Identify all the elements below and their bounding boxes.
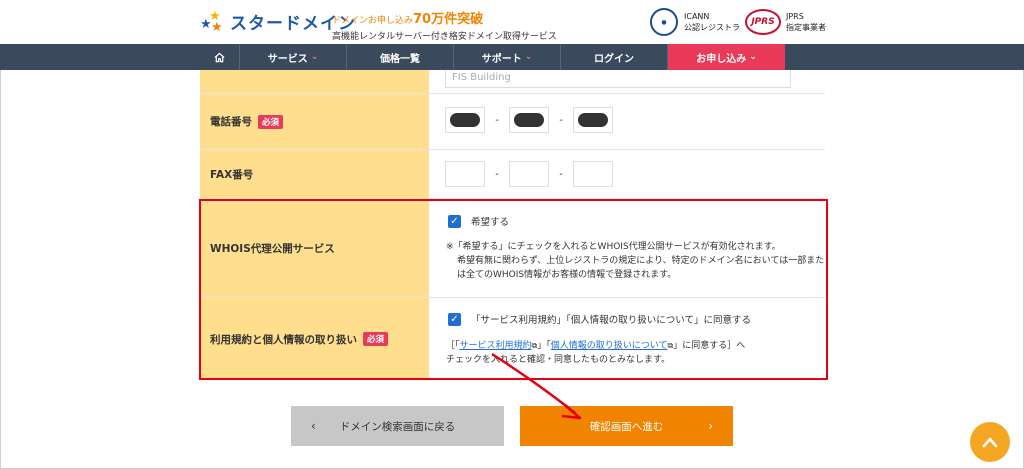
chevron-down-icon: ⌄	[310, 52, 319, 62]
whois-label: WHOIS代理公開サービス	[210, 242, 335, 255]
next-button-label: 確認画面へ進む	[589, 420, 664, 433]
nav-login[interactable]: ログイン	[561, 44, 668, 70]
whois-note-1: ※「希望する」にチェックを入れるとWHOIS代理公開サービスが有効化されます。	[446, 242, 781, 252]
fax-input-1[interactable]	[445, 161, 485, 187]
jprs-badge: JPRS JPRS 指定事業者	[745, 9, 826, 35]
phone-input-3[interactable]	[573, 107, 613, 133]
terms-note-2: チェックを入れると確認・同意したものとみなします。	[446, 355, 671, 365]
icann-badge: ● ICANN 公認レジストラ	[650, 8, 740, 36]
fax-input-2[interactable]	[509, 161, 549, 187]
terms-label: 利用規約と個人情報の取り扱い	[210, 333, 357, 346]
tagline: ドメインお申し込み70万件突破 高機能レンタルサーバー付き格安ドメイン取得サービ…	[332, 8, 557, 42]
icann-line2: 公認レジストラ	[684, 23, 740, 32]
back-button-label: ドメイン検索画面に戻る	[339, 420, 456, 433]
jprs-line2: 指定事業者	[786, 23, 826, 32]
chevron-down-icon: ⌄	[524, 52, 533, 62]
nav-price-label: 価格一覧	[380, 53, 420, 65]
nav-apply[interactable]: お申し込み ⌄	[668, 44, 785, 70]
nav-apply-label: お申し込み	[696, 53, 747, 65]
terms-checkbox-label[interactable]: 「サービス利用規約」「個人情報の取り扱いについて」に同意する	[471, 312, 751, 326]
chevron-down-icon: ⌄	[749, 52, 757, 62]
required-badge: 必須	[363, 332, 389, 346]
back-to-search-button[interactable]: ‹ ドメイン検索画面に戻る	[291, 406, 504, 446]
phone-input-2[interactable]	[509, 107, 549, 133]
redacted-value	[514, 113, 544, 127]
privacy-policy-link[interactable]: 個人情報の取り扱いについて	[551, 341, 668, 351]
phone-row: 電話番号 必須 - -	[200, 94, 825, 150]
icann-seal-icon: ●	[650, 8, 678, 36]
chevron-left-icon: ‹	[311, 419, 316, 433]
chevron-up-icon	[982, 437, 998, 448]
tagline-prefix: ドメインお申し込み	[332, 16, 414, 26]
terms-row: 利用規約と個人情報の取り扱い 必須 ✓ 「サービス利用規約」「個人情報の取り扱いに…	[200, 298, 825, 380]
whois-note-2: 希望有無に関わらず、上位レジストラの規定により、特定のドメイン名においては一部ま…	[457, 256, 825, 280]
phone-label: 電話番号	[210, 116, 252, 128]
nav-service-label: サービス	[267, 53, 308, 65]
required-badge: 必須	[258, 114, 284, 129]
redacted-value	[578, 113, 608, 127]
site-header: ★ ★ ★ スタードメイン ドメインお申し込み70万件突破 高機能レンタルサーバ…	[0, 0, 1024, 44]
home-icon	[214, 52, 225, 62]
building-label-cell	[200, 70, 429, 93]
jprs-line1: JPRS	[786, 12, 804, 21]
application-form: FIS Building 電話番号 必須 - - FAX番号 - - WHOIS…	[200, 70, 825, 380]
terms-note-close: 」に同意する］へ	[673, 341, 746, 351]
nav-support-label: サポート	[481, 53, 522, 65]
building-input[interactable]: FIS Building	[445, 70, 791, 88]
nav-support[interactable]: サポート ⌄	[454, 44, 561, 70]
fax-label: FAX番号	[210, 168, 254, 181]
jprs-logo-icon: JPRS	[745, 9, 781, 35]
whois-checkbox[interactable]: ✓	[448, 214, 461, 228]
main-nav: サービス ⌄ 価格一覧 サポート ⌄ ログイン お申し込み ⌄	[0, 44, 1024, 70]
scroll-to-top-button[interactable]	[970, 422, 1010, 462]
proceed-to-confirm-button[interactable]: 確認画面へ進む ›	[520, 406, 733, 446]
terms-note-open: ［「	[446, 341, 460, 351]
terms-checkbox[interactable]: ✓	[448, 312, 461, 326]
tagline-sub: 高機能レンタルサーバー付き格安ドメイン取得サービス	[332, 32, 557, 42]
whois-row: WHOIS代理公開サービス ✓ 希望する ※「希望する」にチェックを入れるとWH…	[200, 199, 825, 298]
chevron-right-icon: ›	[708, 419, 713, 433]
terms-of-service-link[interactable]: サービス利用規約	[460, 341, 532, 351]
nav-home[interactable]	[200, 44, 240, 70]
whois-checkbox-label[interactable]: 希望する	[471, 214, 509, 228]
building-row: FIS Building	[200, 70, 825, 94]
tagline-count: 70万件突破	[413, 12, 484, 27]
nav-service[interactable]: サービス ⌄	[240, 44, 347, 70]
terms-note-mid: 」「	[537, 341, 551, 351]
nav-login-label: ログイン	[594, 53, 634, 65]
fax-input-3[interactable]	[573, 161, 613, 187]
nav-price[interactable]: 価格一覧	[347, 44, 454, 70]
icann-line1: ICANN	[684, 12, 710, 21]
phone-input-1[interactable]	[445, 107, 485, 133]
star-logo-icon: ★ ★ ★	[200, 8, 223, 35]
fax-row: FAX番号 - -	[200, 150, 825, 199]
redacted-value	[450, 113, 480, 127]
